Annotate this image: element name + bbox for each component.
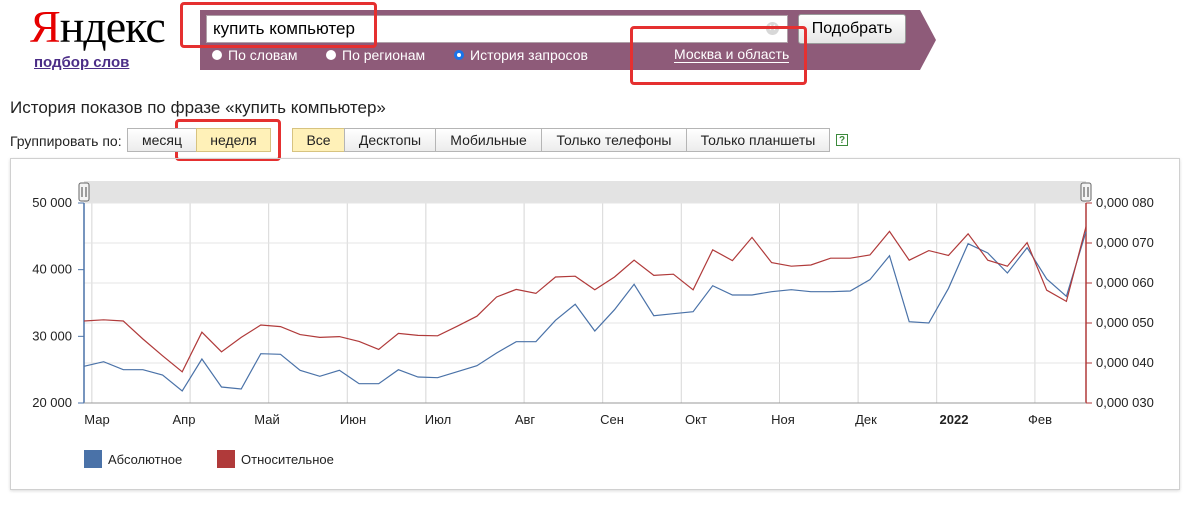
x-axis-label: Июл (425, 412, 451, 427)
left-axis-label: 40 000 (32, 262, 72, 277)
legend-label: Относительное (241, 452, 334, 467)
right-axis-label: 0,000 060 (1096, 275, 1154, 290)
x-axis-label: Июн (340, 412, 366, 427)
history-chart: 0,000 030 0,000 040 0,000 050 0,000 060 0,00… (32, 181, 1154, 468)
x-axis-label: Апр (173, 412, 196, 427)
left-axis-label: 20 000 (32, 395, 72, 410)
range-handle-left[interactable] (78, 182, 90, 202)
x-axis-label: Окт (685, 412, 707, 427)
x-axis-label: Май (254, 412, 279, 427)
legend-swatch (84, 450, 102, 468)
left-axis-label: 50 000 (32, 195, 72, 210)
x-axis-label: Дек (855, 412, 877, 427)
x-axis-label: Сен (600, 412, 624, 427)
left-axis-label: 30 000 (32, 328, 72, 343)
right-axis-label: 0,000 030 (1096, 395, 1154, 410)
right-axis-label: 0,000 050 (1096, 315, 1154, 330)
x-axis-label: Ноя (771, 412, 795, 427)
series-line-absolute (83, 231, 1087, 392)
range-scrollbar (84, 181, 1086, 203)
right-axis-label: 0,000 070 (1096, 235, 1154, 250)
right-axis-label: 0,000 040 (1096, 355, 1154, 370)
legend-swatch (217, 450, 235, 468)
x-axis-label: 2022 (940, 412, 969, 427)
right-axis-label: 0,000 080 (1096, 195, 1154, 210)
x-axis-label: Фев (1028, 412, 1052, 427)
x-axis-label: Авг (515, 412, 536, 427)
range-handle-right[interactable] (1080, 182, 1092, 202)
series-line-relative (83, 226, 1087, 373)
legend-label: Абсолютное (108, 452, 182, 467)
x-axis-label: Мар (84, 412, 109, 427)
